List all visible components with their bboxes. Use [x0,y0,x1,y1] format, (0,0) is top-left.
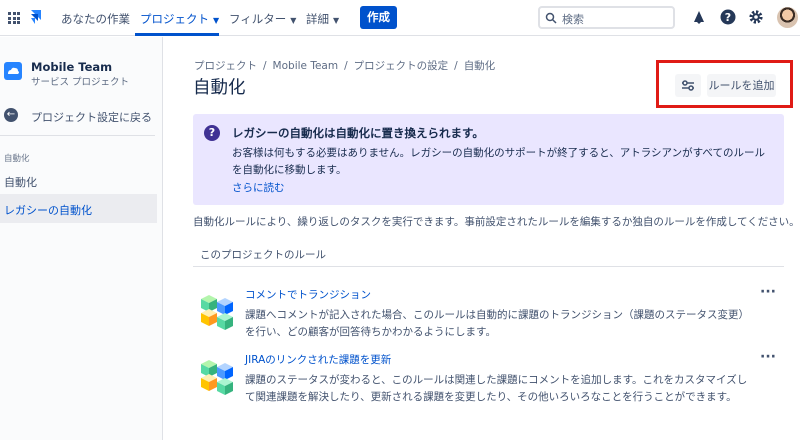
search-placeholder: 検索 [562,13,584,26]
rules-heading: このプロジェクトのルール [200,249,326,261]
rule-description: 課題のステータスが変わると、このルールは関連した課題にコメントを追加します。これ… [245,374,748,403]
rule-cube-icon [201,360,233,395]
nav-filters-label: フィルター [229,12,287,26]
question-icon: ? [204,125,220,141]
back-arrow-icon[interactable]: ← [4,108,18,122]
nav-your-work[interactable]: あなたの作業 [61,11,130,27]
notifications-icon[interactable] [691,9,707,25]
sliders-icon [682,80,694,91]
project-avatar-icon [4,62,22,80]
more-options-icon[interactable]: ··· [760,284,776,300]
user-avatar[interactable] [777,7,798,28]
chevron-down-icon: ▼ [213,16,220,25]
page-title: 自動化 [193,78,246,98]
filter-settings-button[interactable] [675,74,701,97]
section-divider [193,266,784,267]
breadcrumb-mobile-team[interactable]: Mobile Team [273,60,339,72]
sidebar: Mobile Team サービス プロジェクト ← プロジェクト設定に戻る 自動… [0,37,163,440]
more-options-icon[interactable]: ··· [760,349,776,365]
breadcrumb-automation[interactable]: 自動化 [464,60,496,72]
breadcrumb: プロジェクト / Mobile Team / プロジェクトの設定 / 自動化 [194,60,496,72]
nav-projects-label: プロジェクト [140,12,209,26]
breadcrumb-projects[interactable]: プロジェクト [194,60,257,72]
add-rule-button[interactable]: ルールを追加 [707,74,776,97]
rule-title[interactable]: JIRAのリンクされた課題を更新 [245,352,391,367]
rule-title[interactable]: コメントでトランジション [245,287,371,302]
nav-details[interactable]: 詳細 ▼ [306,11,339,27]
search-input[interactable]: 検索 [538,6,675,29]
rule-cube-icon [201,295,233,330]
sidebar-item-label: レガシーの自動化 [4,204,92,217]
sidebar-item-legacy-automation[interactable]: レガシーの自動化 [0,194,157,223]
nav-details-label: 詳細 [306,12,329,26]
settings-gear-icon[interactable] [748,9,764,25]
help-icon[interactable]: ? [720,9,736,25]
sidebar-section-heading: 自動化 [4,154,30,164]
svg-text:?: ? [725,11,731,24]
rule-description: 課題へコメントが記入された場合、このルールは自動的に課題のトランジション（課題の… [245,309,749,338]
nav-active-indicator [135,33,219,36]
breadcrumb-project-settings[interactable]: プロジェクトの設定 [354,60,449,72]
app-switcher-icon[interactable] [8,12,20,24]
project-name: Mobile Team [31,60,113,74]
jira-logo-icon[interactable] [29,9,43,25]
chevron-down-icon: ▼ [333,16,340,25]
info-panel: ? レガシーの自動化は自動化に置き換えられます。 お客様は何もする必要はありませ… [193,114,784,205]
info-body: お客様は何もする必要はありません。レガシーの自動化のサポートが終了すると、アトラ… [232,147,765,176]
project-type: サービス プロジェクト [31,77,130,88]
back-to-project-settings-link[interactable]: プロジェクト設定に戻る [31,109,152,125]
sidebar-item-automation[interactable]: 自動化 [4,174,37,190]
nav-filters[interactable]: フィルター ▼ [229,11,296,27]
sidebar-divider [0,135,155,136]
nav-projects[interactable]: プロジェクト ▼ [140,11,219,27]
search-icon [545,12,557,24]
info-title: レガシーの自動化は自動化に置き換えられます。 [232,126,484,140]
page-description: 自動化ルールにより、繰り返しのタスクを実行できます。事前設定されたルールを編集す… [193,216,800,228]
read-more-link[interactable]: さらに読む [232,180,285,195]
chevron-down-icon: ▼ [290,16,297,25]
top-navigation: あなたの作業 プロジェクト ▼ フィルター ▼ 詳細 ▼ 作成 検索 ? [0,0,800,36]
create-button[interactable]: 作成 [360,6,397,29]
